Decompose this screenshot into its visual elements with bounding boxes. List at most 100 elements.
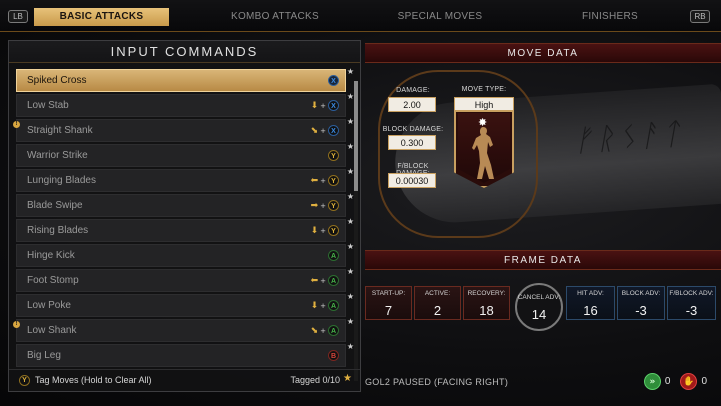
- command-input: Y: [328, 150, 339, 161]
- face-button-icon: X: [328, 75, 339, 86]
- tag-moves-footer: Y Tag Moves (Hold to Clear All) Tagged 0…: [9, 369, 360, 391]
- move-name: Big Leg: [27, 350, 61, 361]
- move-data-header: MOVE DATA: [365, 43, 721, 63]
- hit-adv-label: HIT ADV:: [577, 290, 604, 297]
- red-count: 0: [701, 376, 707, 387]
- move-row[interactable]: Hinge Kick A ★: [16, 242, 354, 267]
- cancel-adv-value: 14: [531, 307, 547, 322]
- move-row[interactable]: Spiked Cross X ★: [16, 67, 354, 92]
- move-row[interactable]: ! Low Shank ⬊ + A ★: [13, 317, 354, 342]
- startup-label: START-UP:: [371, 290, 406, 297]
- favorite-star-icon[interactable]: ★: [347, 167, 354, 176]
- move-name: Rising Blades: [27, 225, 89, 236]
- move-row[interactable]: Lunging Blades ⬅ + Y ★: [16, 167, 354, 192]
- move-list: Spiked Cross X ★ Low Stab ⬇ + X ★! Straight Shan…: [13, 67, 354, 369]
- recovery-cell: RECOVERY: 18: [463, 286, 510, 320]
- move-name: Lunging Blades: [27, 175, 96, 186]
- favorite-star-icon[interactable]: ★: [347, 142, 354, 151]
- direction-arrow-icon: ⬇: [310, 225, 319, 236]
- tag-moves-label: Tag Moves (Hold to Clear All): [35, 375, 152, 385]
- scroll-thumb[interactable]: [354, 81, 358, 191]
- face-button-icon: Y: [328, 200, 339, 211]
- command-input: A: [328, 250, 339, 261]
- scroll-glyphs: ᚠᚱᛊᚨᛏ: [572, 116, 686, 159]
- top-tab-bar: LB BASIC ATTACKS KOMBO ATTACKS SPECIAL M…: [0, 0, 721, 32]
- fblock-adv-label: F/BLOCK ADV:: [669, 290, 714, 297]
- favorite-star-icon[interactable]: ★: [347, 317, 354, 326]
- face-button-icon: A: [328, 275, 339, 286]
- y-button-icon[interactable]: Y: [19, 375, 30, 386]
- plus-icon: +: [320, 326, 326, 335]
- block-damage-label: BLOCK DAMAGE:: [382, 126, 444, 133]
- face-button-icon: Y: [328, 150, 339, 161]
- star-icon: ★: [343, 373, 352, 384]
- tab-special-moves[interactable]: SPECIAL MOVES: [370, 8, 510, 26]
- favorite-star-icon[interactable]: ★: [347, 267, 354, 276]
- face-button-icon: B: [328, 350, 339, 361]
- block-adv-value: -3: [635, 303, 647, 318]
- favorite-star-icon[interactable]: ★: [347, 67, 354, 76]
- tagged-count: Tagged 0/10: [290, 375, 340, 385]
- move-row[interactable]: Low Poke ⬇ + A ★: [16, 292, 354, 317]
- favorite-star-icon[interactable]: ★: [347, 292, 354, 301]
- move-type-value: High: [454, 97, 514, 112]
- startup-cell: START-UP: 7: [365, 286, 412, 320]
- pause-status-text: GOL2 PAUSED (FACING RIGHT): [365, 377, 509, 387]
- fatality-icon[interactable]: ✋: [680, 373, 698, 390]
- input-commands-panel: INPUT COMMANDS Spiked Cross X ★ Low Stab ⬇ + X…: [8, 40, 361, 392]
- command-input: ⬅ + A: [311, 275, 339, 286]
- move-row[interactable]: ! Straight Shank ⬊ + X ★: [13, 117, 354, 142]
- direction-arrow-icon: ⬅: [310, 275, 319, 286]
- hit-adv-cell: HIT ADV: 16: [566, 286, 615, 320]
- favorite-star-icon[interactable]: ★: [347, 242, 354, 251]
- direction-arrow-icon: ⬊: [310, 325, 319, 336]
- bottom-counters: » 0 ✋ 0: [643, 373, 713, 390]
- move-row[interactable]: Blade Swipe ➡ + Y ★: [16, 192, 354, 217]
- fblock-damage-value: 0.00030: [388, 173, 436, 188]
- move-row[interactable]: Warrior Strike Y ★: [16, 142, 354, 167]
- frame-data-header: FRAME DATA: [365, 250, 721, 270]
- move-name: Spiked Cross: [27, 75, 87, 86]
- command-input: ➡ + Y: [311, 200, 339, 211]
- command-input: ⬊ + A: [311, 325, 339, 336]
- favorite-star-icon[interactable]: ★: [347, 192, 354, 201]
- move-row[interactable]: Rising Blades ⬇ + Y ★: [16, 217, 354, 242]
- face-button-icon: Y: [328, 175, 339, 186]
- move-name: Blade Swipe: [27, 200, 83, 211]
- lb-button-hint[interactable]: LB: [8, 10, 28, 23]
- move-list-scrollbar[interactable]: [354, 81, 358, 381]
- rb-button-hint[interactable]: RB: [690, 10, 710, 23]
- plus-icon: +: [320, 201, 326, 210]
- hit-spark-icon: ✸: [478, 116, 488, 129]
- tab-kombo-attacks[interactable]: KOMBO ATTACKS: [205, 8, 345, 26]
- move-name: Low Stab: [27, 100, 69, 111]
- favorite-star-icon[interactable]: ★: [347, 117, 354, 126]
- favorite-star-icon[interactable]: ★: [347, 92, 354, 101]
- cancel-adv-circle: CANCEL ADV: 14: [515, 283, 563, 331]
- fast-forward-icon[interactable]: »: [643, 373, 661, 390]
- plus-icon: +: [320, 101, 326, 110]
- command-input: B: [328, 350, 339, 361]
- direction-arrow-icon: ⬅: [310, 175, 319, 186]
- command-input: X: [328, 75, 339, 86]
- active-cell: ACTIVE: 2: [414, 286, 461, 320]
- command-input: ⬅ + Y: [311, 175, 339, 186]
- direction-arrow-icon: ➡: [310, 200, 319, 211]
- favorite-star-icon[interactable]: ★: [347, 342, 354, 351]
- face-button-icon: A: [328, 250, 339, 261]
- move-name: Low Shank: [27, 325, 77, 336]
- tab-basic-attacks[interactable]: BASIC ATTACKS: [34, 8, 169, 26]
- tag-marker-icon: !: [13, 121, 20, 128]
- move-row[interactable]: Big Leg B ★: [16, 342, 354, 367]
- favorite-star-icon[interactable]: ★: [347, 217, 354, 226]
- damage-label: DAMAGE:: [396, 87, 430, 94]
- tab-finishers[interactable]: FINISHERS: [560, 8, 660, 26]
- plus-icon: +: [320, 226, 326, 235]
- move-row[interactable]: Foot Stomp ⬅ + A ★: [16, 267, 354, 292]
- face-button-icon: X: [328, 125, 339, 136]
- move-row[interactable]: Low Stab ⬇ + X ★: [16, 92, 354, 117]
- green-count: 0: [664, 376, 671, 387]
- fblock-adv-cell: F/BLOCK ADV: -3: [667, 286, 716, 320]
- block-adv-label: BLOCK ADV:: [621, 290, 661, 297]
- cancel-adv-label: CANCEL ADV:: [517, 294, 561, 301]
